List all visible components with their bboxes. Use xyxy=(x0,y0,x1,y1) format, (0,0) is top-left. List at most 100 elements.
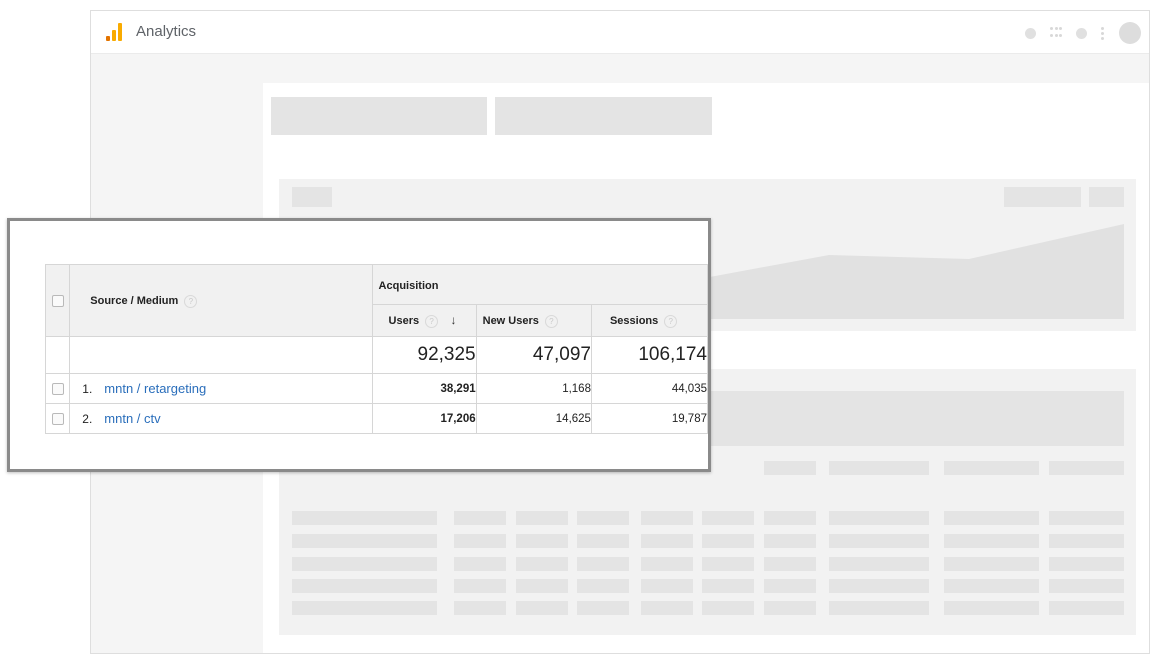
skeleton-cell xyxy=(829,557,929,571)
source-medium-table: Source / Medium? Acquisition Users? ↓ Ne… xyxy=(44,264,709,434)
skeleton-cell xyxy=(641,579,693,593)
source-medium-link[interactable]: mntn / retargeting xyxy=(104,381,206,396)
skeleton-cell xyxy=(641,511,693,525)
account-avatar[interactable] xyxy=(1119,22,1141,44)
skeleton-cell xyxy=(577,579,629,593)
top-app-bar: Analytics xyxy=(91,11,1149,54)
skeleton-cell xyxy=(944,534,1039,548)
skeleton-cell xyxy=(292,534,437,548)
header-icons xyxy=(1025,22,1141,44)
skeleton-cell xyxy=(516,534,568,548)
row-checkbox[interactable] xyxy=(51,383,64,396)
skeleton-cell xyxy=(764,511,816,525)
row-rank: 1. xyxy=(82,382,93,396)
sort-descending-icon[interactable]: ↓ xyxy=(450,313,456,327)
acquisition-group-header: Acquisition xyxy=(371,264,709,305)
app-title: Analytics xyxy=(136,23,197,40)
skeleton-cell xyxy=(702,579,754,593)
skeleton-cell xyxy=(577,511,629,525)
skeleton-cell xyxy=(454,511,506,525)
skeleton-cell xyxy=(944,601,1039,615)
skeleton-cell xyxy=(577,534,629,548)
skeleton-cell xyxy=(829,511,929,525)
select-all-cell xyxy=(44,264,71,337)
skeleton-cell xyxy=(641,557,693,571)
skeleton-cell xyxy=(1049,579,1124,593)
select-all-checkbox[interactable] xyxy=(51,295,64,308)
skeleton-cell xyxy=(1049,461,1124,475)
skeleton-cell xyxy=(577,601,629,615)
skeleton-cell xyxy=(764,534,816,548)
skeleton-cell xyxy=(702,511,754,525)
row-new-users: 14,625 xyxy=(475,403,592,434)
skeleton-cell xyxy=(1049,557,1124,571)
row-sessions: 19,787 xyxy=(590,403,709,434)
skeleton-cell xyxy=(702,601,754,615)
source-medium-report-card: Source / Medium? Acquisition Users? ↓ Ne… xyxy=(7,218,711,472)
skeleton-cell xyxy=(516,557,568,571)
skeleton-cell xyxy=(292,511,437,525)
skeleton-cell xyxy=(764,557,816,571)
skeleton-cell xyxy=(829,579,929,593)
row-users: 17,206 xyxy=(371,403,477,434)
skeleton-cell xyxy=(454,601,506,615)
skeleton-cell xyxy=(292,601,437,615)
status-dot-icon[interactable] xyxy=(1025,27,1036,39)
skeleton-cell xyxy=(829,534,929,548)
skeleton-cell xyxy=(944,579,1039,593)
source-medium-label: Source / Medium xyxy=(90,295,179,308)
skeleton-tab xyxy=(271,97,487,135)
users-header-label: Users xyxy=(388,315,420,328)
total-users: 92,325 xyxy=(371,336,477,374)
skeleton-cell xyxy=(829,461,929,475)
sessions-column-header[interactable]: Sessions? xyxy=(590,304,709,337)
apps-grid-icon[interactable] xyxy=(1050,27,1062,39)
analytics-logo-icon xyxy=(106,23,126,41)
skeleton-cell xyxy=(516,579,568,593)
skeleton-cell xyxy=(577,557,629,571)
row-sessions: 44,035 xyxy=(590,373,709,404)
skeleton-cell xyxy=(641,534,693,548)
skeleton-cell xyxy=(944,511,1039,525)
total-new-users: 47,097 xyxy=(475,336,592,374)
skeleton-cell xyxy=(764,601,816,615)
help-icon[interactable]: ? xyxy=(544,314,558,328)
row-rank: 2. xyxy=(82,412,93,426)
skeleton-cell xyxy=(764,461,816,475)
skeleton-cell xyxy=(944,557,1039,571)
table-row: 1. mntn / retargeting 38,291 1,168 44,035 xyxy=(44,373,709,404)
help-icon[interactable]: ? xyxy=(184,294,198,308)
help-icon[interactable]: ? xyxy=(425,314,439,328)
skeleton-cell xyxy=(454,534,506,548)
row-new-users: 1,168 xyxy=(475,373,592,404)
skeleton-cell xyxy=(292,557,437,571)
source-medium-link[interactable]: mntn / ctv xyxy=(104,411,160,426)
skeleton-cell xyxy=(516,511,568,525)
new-users-column-header[interactable]: New Users? xyxy=(475,304,592,337)
acquisition-label: Acquisition xyxy=(378,279,439,292)
skeleton-cell xyxy=(1049,511,1124,525)
skeleton-cell xyxy=(829,601,929,615)
source-medium-header[interactable]: Source / Medium? xyxy=(69,264,373,337)
skeleton-cell xyxy=(1049,601,1124,615)
total-sessions: 106,174 xyxy=(590,336,709,374)
skeleton-cell xyxy=(764,579,816,593)
skeleton-cell xyxy=(516,601,568,615)
new-users-header-label: New Users xyxy=(482,315,539,328)
notification-dot-icon[interactable] xyxy=(1076,27,1087,39)
row-checkbox[interactable] xyxy=(51,413,64,426)
skeleton-cell xyxy=(454,557,506,571)
skeleton-cell xyxy=(944,461,1039,475)
sessions-header-label: Sessions xyxy=(609,315,659,328)
skeleton-cell xyxy=(292,579,437,593)
table-row: 2. mntn / ctv 17,206 14,625 19,787 xyxy=(44,403,709,434)
skeleton-cell xyxy=(702,557,754,571)
users-column-header[interactable]: Users? ↓ xyxy=(371,304,477,337)
skeleton-cell xyxy=(454,579,506,593)
skeleton-cell xyxy=(1049,534,1124,548)
more-vert-icon[interactable] xyxy=(1101,26,1105,41)
skeleton-cell xyxy=(702,534,754,548)
help-icon[interactable]: ? xyxy=(664,314,678,328)
skeleton-tab xyxy=(495,97,712,135)
row-users: 38,291 xyxy=(371,373,477,404)
